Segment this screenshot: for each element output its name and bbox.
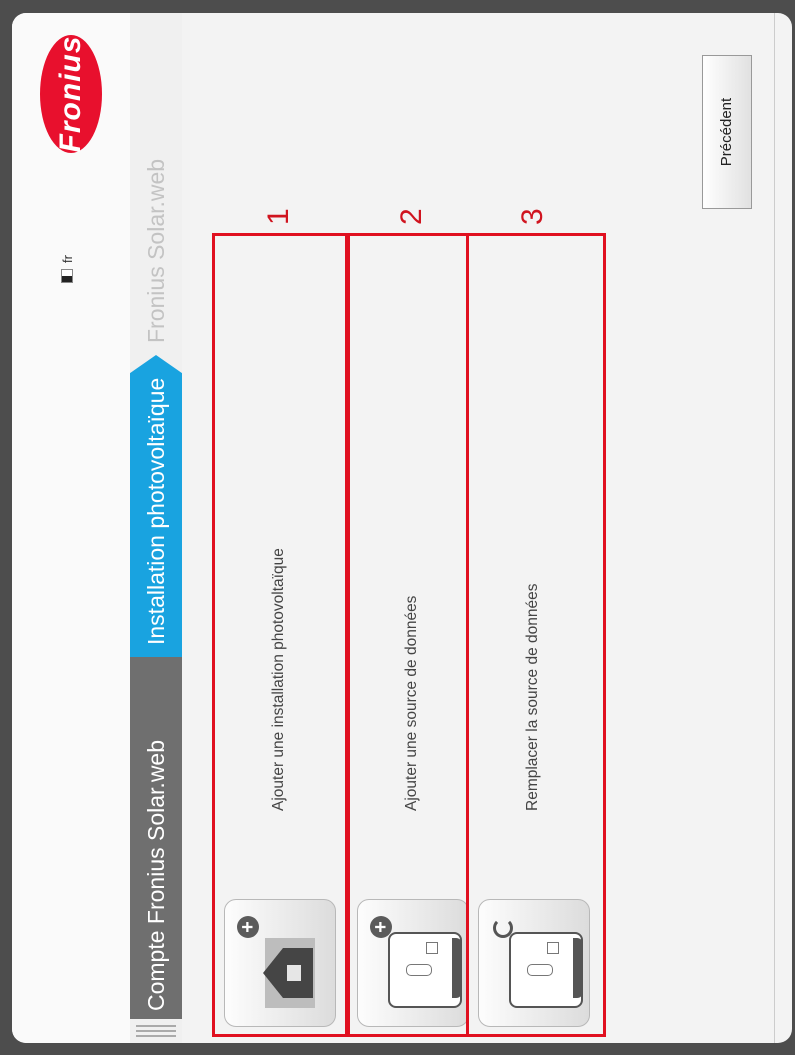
highlight-frame-2 [345, 233, 469, 1037]
app-header: fr Fronius [12, 13, 130, 1043]
app-window: fr Fronius Compte Fronius Solar.web Inst… [12, 13, 792, 1043]
breadcrumb: Compte Fronius Solar.web Installation ph… [130, 13, 182, 1043]
breadcrumb-item-solarweb: Fronius Solar.web [143, 158, 169, 343]
previous-button[interactable]: Précédent [702, 55, 752, 209]
language-code: fr [59, 255, 75, 263]
annotation-number: 3 [516, 208, 549, 225]
annotation-number: 1 [262, 208, 295, 225]
highlight-frame-3 [466, 233, 606, 1037]
flag-icon [61, 269, 73, 283]
language-selector[interactable]: fr [52, 255, 82, 283]
divider [774, 13, 775, 1043]
highlight-frame-1 [212, 233, 350, 1037]
breadcrumb-item-pv-system[interactable]: Installation photovoltaïque [130, 355, 182, 657]
annotation-number: 2 [395, 208, 428, 225]
fronius-logo: Fronius [40, 35, 102, 153]
menu-grip-icon[interactable] [136, 1023, 176, 1037]
